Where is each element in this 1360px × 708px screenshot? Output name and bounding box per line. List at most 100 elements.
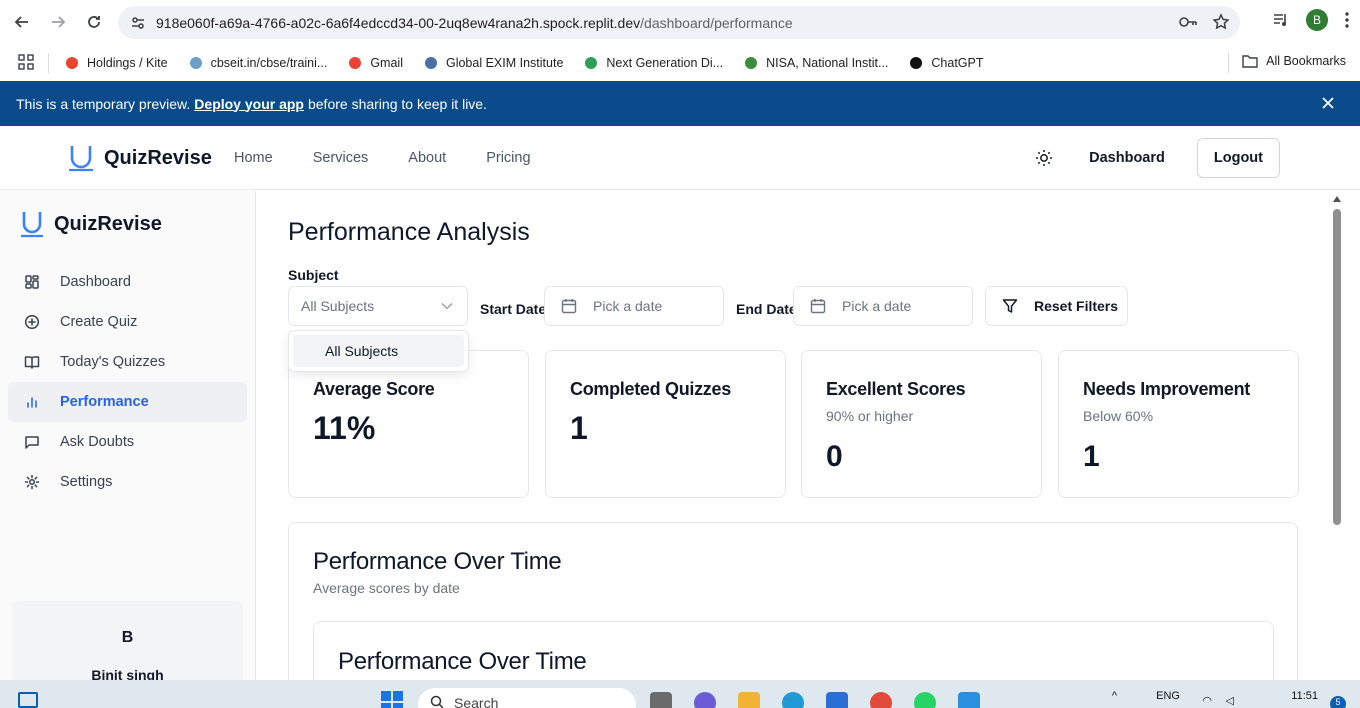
all-bookmarks-label: All Bookmarks (1266, 54, 1346, 68)
more-vert-icon[interactable] (1344, 11, 1350, 29)
all-bookmarks-button[interactable]: All Bookmarks (1242, 54, 1346, 68)
sidebar-item-performance[interactable]: Performance (8, 382, 247, 422)
end-date-label: End Date (736, 301, 797, 317)
page-scrollbar[interactable] (1328, 191, 1346, 680)
volume-icon[interactable]: ◁ (1226, 694, 1234, 707)
reload-icon (88, 16, 100, 28)
chrome-icon[interactable] (870, 692, 892, 708)
forward-button[interactable] (40, 4, 76, 40)
header-nav-pricing[interactable]: Pricing (486, 150, 530, 166)
gmail-icon (347, 55, 363, 71)
url-host: 918e060f-a69a-4766-a02c-6a6f4edccd34-00-… (156, 14, 641, 31)
end-date-picker[interactable]: Pick a date (793, 286, 973, 326)
header-dashboard-link[interactable]: Dashboard (1089, 150, 1165, 166)
sidebar-item-today-s-quizzes[interactable]: Today's Quizzes (8, 342, 247, 382)
sidebar-item-create-quiz[interactable]: Create Quiz (8, 302, 247, 342)
stat-card-subtitle: Below 60% (1083, 408, 1154, 424)
header-nav-home[interactable]: Home (234, 150, 273, 166)
sidebar-item-settings[interactable]: Settings (8, 462, 247, 502)
bookmark-label: Gmail (370, 55, 403, 70)
bookmark-label: NISA, National Instit... (766, 55, 889, 70)
bookmark-item[interactable]: Holdings / Kite (64, 55, 168, 71)
calendar-icon (561, 299, 577, 314)
media-icon[interactable] (1272, 11, 1290, 29)
apps-grid-icon (18, 54, 34, 70)
chevron-up-icon[interactable]: ^ (1112, 690, 1117, 702)
brand-name: QuizRevise (104, 146, 212, 169)
start-button[interactable] (381, 691, 403, 708)
arrow-left-icon (14, 16, 28, 28)
arrow-icon (583, 55, 599, 71)
scroll-thumb[interactable] (1333, 209, 1341, 525)
scroll-up-arrow[interactable] (1333, 196, 1341, 202)
notification-badge[interactable]: 5 (1330, 696, 1346, 708)
address-bar[interactable]: 918e060f-a69a-4766-a02c-6a6f4edccd34-00-… (118, 6, 1240, 39)
bookmarks-bar: Holdings / Kite cbseit.in/cbse/traini... G… (0, 45, 1360, 80)
apps-button[interactable] (18, 54, 34, 70)
subject-label: Subject (288, 267, 339, 283)
sidebar-item-ask-doubts[interactable]: Ask Doubts (8, 422, 247, 462)
bookmark-item[interactable]: Next Generation Di... (583, 55, 723, 71)
browser-toolbar: 918e060f-a69a-4766-a02c-6a6f4edccd34-00-… (0, 0, 1360, 45)
reload-button[interactable] (76, 4, 112, 40)
bookmark-item[interactable]: ChatGPT (908, 55, 984, 71)
widgets-icon[interactable] (18, 692, 38, 708)
message-square-icon (24, 434, 40, 450)
panel-title: Performance Over Time (313, 548, 562, 575)
taskbar-search[interactable]: Search (418, 688, 636, 708)
app-header: QuizRevise Home Services About Pricing Dash… (0, 126, 1360, 190)
stat-card-title: Needs Improvement (1083, 379, 1250, 399)
bookmark-label: cbseit.in/cbse/traini... (210, 55, 328, 70)
bookmark-label: Next Generation Di... (606, 55, 724, 70)
sidebar-item-dashboard[interactable]: Dashboard (8, 262, 247, 302)
vscode-icon[interactable] (958, 692, 980, 708)
bookmark-item[interactable]: NISA, National Instit... (743, 55, 888, 71)
clock[interactable]: 11:51 (1291, 690, 1318, 702)
whatsapp-icon[interactable] (914, 692, 936, 708)
sidebar-item-label: Performance (60, 394, 149, 410)
stat-card-value: 1 (570, 410, 588, 446)
key-icon[interactable] (1178, 13, 1198, 31)
banner-close-button[interactable] (1320, 95, 1336, 111)
task-view-icon[interactable] (650, 692, 672, 708)
profile-avatar[interactable]: B (1306, 9, 1328, 31)
sidebar-logo[interactable]: QuizRevise (20, 210, 162, 238)
header-logo[interactable]: QuizRevise (68, 144, 212, 172)
sidebar: QuizRevise Dashboard Create Quiz Today's Q… (0, 191, 256, 701)
chart-card: Performance Over Time (313, 621, 1274, 680)
star-icon[interactable] (1212, 13, 1230, 31)
close-icon (1322, 97, 1334, 109)
sidebar-brand-name: QuizRevise (54, 212, 162, 235)
sidebar-item-label: Create Quiz (60, 314, 138, 330)
chart-card-title: Performance Over Time (338, 648, 587, 675)
reset-filters-button[interactable]: Reset Filters (985, 286, 1128, 326)
user-initial: B (121, 629, 134, 646)
logout-button[interactable]: Logout (1196, 138, 1280, 178)
url-text: 918e060f-a69a-4766-a02c-6a6f4edccd34-00-… (156, 15, 793, 31)
chevron-down-icon (441, 302, 453, 310)
edge-icon[interactable] (782, 692, 804, 708)
header-nav-services[interactable]: Services (313, 150, 369, 166)
header-nav-about[interactable]: About (408, 150, 446, 166)
teams-icon[interactable] (694, 692, 716, 708)
search-icon (430, 695, 444, 708)
back-button[interactable] (4, 4, 40, 40)
sidebar-item-label: Ask Doubts (60, 434, 135, 450)
calendar-icon (810, 299, 826, 314)
bookmark-item[interactable]: Gmail (347, 55, 403, 71)
stat-card-value: 11% (313, 410, 376, 446)
language-indicator[interactable]: ENG (1156, 690, 1180, 702)
wifi-icon[interactable]: ◠ (1202, 694, 1212, 707)
subject-option-all[interactable]: All Subjects (293, 335, 464, 367)
subject-select[interactable]: All Subjects (288, 286, 468, 326)
store-icon[interactable] (826, 692, 848, 708)
deploy-link[interactable]: Deploy your app (194, 96, 304, 112)
file-explorer-icon[interactable] (738, 692, 760, 708)
bookmark-item[interactable]: Global EXIM Institute (423, 55, 563, 71)
stat-card-average-score: Average Score 11% (288, 350, 529, 498)
start-date-picker[interactable]: Pick a date (544, 286, 724, 326)
stat-card-title: Completed Quizzes (570, 379, 731, 399)
bookmark-item[interactable]: cbseit.in/cbse/traini... (188, 55, 328, 71)
theme-toggle[interactable] (1035, 149, 1053, 167)
sun-icon (1036, 150, 1053, 166)
